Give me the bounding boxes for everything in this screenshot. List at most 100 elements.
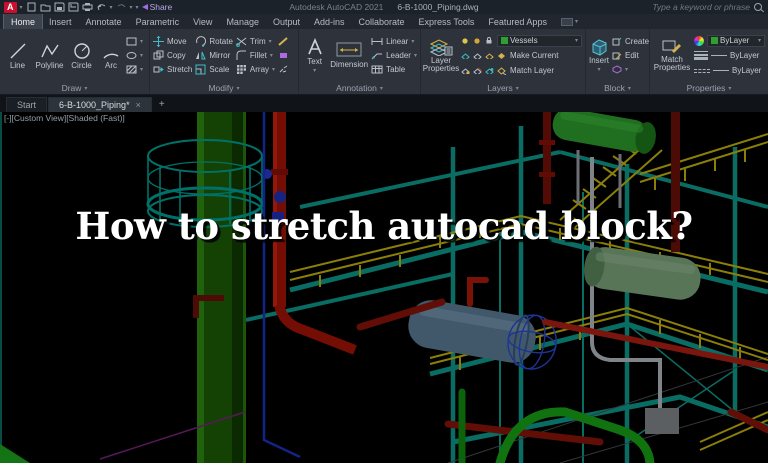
polyline-tool[interactable]: Polyline	[35, 41, 64, 70]
layer-on-icon[interactable]	[461, 37, 470, 44]
app-menu-caret-icon[interactable]: ▾	[20, 4, 23, 11]
panel-block: Insert ▾ Create Edit ▾ Block ▾	[586, 29, 650, 94]
open-icon[interactable]	[40, 2, 51, 12]
ellipse-tool[interactable]: ▾	[126, 50, 143, 61]
layer-freeze-icon[interactable]	[473, 37, 482, 44]
new-tab-button[interactable]: +	[153, 98, 171, 112]
hatch-tool[interactable]: ▾	[126, 64, 143, 75]
layer-color-swatch	[501, 37, 508, 44]
layer-lock-icon[interactable]	[485, 37, 494, 44]
panel-label-layers[interactable]: Layers ▾	[421, 82, 585, 94]
make-current-button[interactable]: Make Current	[497, 50, 582, 61]
arc-tool[interactable]: Arc	[99, 41, 123, 70]
line-tool[interactable]: Line	[3, 41, 32, 70]
workspace-icon	[560, 17, 573, 26]
tab-express-tools[interactable]: Express Tools	[412, 14, 482, 29]
line-label: Line	[9, 60, 26, 70]
dark-overlay	[0, 112, 768, 463]
undo-icon[interactable]	[96, 2, 107, 12]
layer-merge-icon[interactable]	[461, 67, 470, 74]
redo-icon[interactable]	[116, 2, 127, 12]
layer-walk-icon[interactable]	[485, 67, 494, 74]
tab-annotate[interactable]: Annotate	[79, 14, 129, 29]
text-tool[interactable]: Text ▾	[302, 37, 327, 74]
leader-tool[interactable]: Leader ▾	[371, 50, 417, 61]
array-tool[interactable]: Array ▾	[236, 64, 275, 75]
linear-tool[interactable]: Linear ▾	[371, 36, 417, 47]
insert-label: Insert	[589, 56, 610, 66]
table-tool[interactable]: Table	[371, 64, 417, 75]
tab-view[interactable]: View	[186, 14, 219, 29]
tab-featured-apps[interactable]: Featured Apps	[481, 14, 554, 29]
new-drawing-icon[interactable]	[26, 2, 37, 12]
copy-label: Copy	[167, 51, 186, 60]
mirror-tool[interactable]: Mirror	[195, 50, 233, 61]
redo-caret-icon[interactable]: ▾	[130, 4, 133, 11]
viewport-controls[interactable]: [-][Custom View][Shaded (Fast)]	[4, 113, 125, 123]
array-label: Array	[249, 65, 270, 74]
layer-dropdown[interactable]: Vessels ▾	[497, 34, 582, 47]
file-tab-start[interactable]: Start	[6, 97, 48, 112]
tab-collaborate[interactable]: Collaborate	[352, 14, 412, 29]
insert-block-tool[interactable]: Insert ▾	[589, 38, 609, 73]
layer-unsaved-icon[interactable]	[473, 52, 482, 59]
autocad-window: A ▾ ▾ ▾ ▾ Share Autodesk AutoCAD 2021 6-B…	[0, 0, 768, 463]
rotate-tool[interactable]: Rotate	[195, 36, 233, 47]
search-icon[interactable]	[754, 3, 762, 11]
object-color-control[interactable]: ByLayer ▾	[694, 34, 765, 47]
create-block-button[interactable]: Create	[612, 36, 649, 47]
block-attributes-button[interactable]: ▾	[612, 64, 649, 75]
panel-label-draw[interactable]: Draw ▾	[0, 82, 149, 94]
lineweight-control[interactable]: ByLayer	[694, 50, 765, 62]
share-button[interactable]: Share	[141, 2, 172, 12]
linetype-control[interactable]: ByLayer	[694, 65, 765, 77]
measure-icon[interactable]	[278, 36, 289, 47]
layer-delete-icon[interactable]	[473, 67, 482, 74]
panel-label-annotation[interactable]: Annotation ▾	[299, 82, 420, 94]
undo-caret-icon[interactable]: ▾	[110, 4, 113, 11]
color-dropdown[interactable]: ByLayer ▾	[707, 34, 765, 47]
tab-output[interactable]: Output	[266, 14, 307, 29]
move-tool[interactable]: Move	[153, 36, 192, 47]
file-tab-close-icon[interactable]: ×	[136, 100, 141, 110]
copy-tool[interactable]: Copy	[153, 50, 192, 61]
panel-label-modify[interactable]: Modify ▾	[150, 82, 298, 94]
circle-tool[interactable]: Circle	[67, 41, 96, 70]
tab-add-ins[interactable]: Add-ins	[307, 14, 352, 29]
rectangle-tool[interactable]: ▾	[126, 36, 143, 47]
layer-off-icon[interactable]	[485, 52, 494, 59]
scale-tool[interactable]: Scale	[195, 64, 233, 75]
layer-iso-icon[interactable]	[461, 52, 470, 59]
mirror-label: Mirror	[209, 51, 231, 60]
edit-block-button[interactable]: Edit	[612, 50, 649, 61]
table-label: Table	[386, 65, 406, 74]
help-search[interactable]: Type a keyword or phrase	[652, 2, 764, 12]
stretch-tool[interactable]: Stretch	[153, 64, 192, 75]
drawing-area[interactable]: [-][Custom View][Shaded (Fast)] How to s…	[0, 112, 768, 463]
dimension-tool[interactable]: Dimension	[330, 42, 368, 69]
color-caret-icon: ▾	[757, 38, 761, 44]
erase-icon[interactable]	[278, 50, 289, 61]
plot-icon[interactable]	[82, 2, 93, 12]
trim-tool[interactable]: Trim ▾	[236, 36, 275, 47]
save-as-icon[interactable]	[68, 2, 79, 12]
panel-label-block[interactable]: Block ▾	[586, 82, 649, 94]
tab-home[interactable]: Home	[2, 13, 44, 30]
match-properties-tool[interactable]: Match Properties	[653, 39, 691, 73]
tab-manage[interactable]: Manage	[219, 14, 266, 29]
fillet-tool[interactable]: Fillet ▾	[236, 50, 275, 61]
tab-parametric[interactable]: Parametric	[129, 14, 187, 29]
tab-insert[interactable]: Insert	[42, 14, 79, 29]
array-caret-icon: ▾	[272, 67, 276, 73]
qat-customize-caret-icon[interactable]: ▾	[136, 4, 139, 11]
make-current-label: Make Current	[510, 51, 559, 60]
autocad-logo[interactable]: A	[4, 1, 17, 13]
layer-properties-tool[interactable]: Layer Properties	[423, 38, 459, 74]
file-tab-document[interactable]: 6-B-1000_Piping* ×	[48, 97, 152, 112]
explode-icon[interactable]	[278, 64, 289, 75]
share-icon	[141, 4, 148, 10]
panel-label-properties[interactable]: Properties ▾	[650, 82, 768, 94]
save-icon[interactable]	[54, 2, 65, 12]
workspace-switch[interactable]: ▾	[556, 14, 583, 29]
match-layer-button[interactable]: Match Layer	[497, 65, 582, 76]
